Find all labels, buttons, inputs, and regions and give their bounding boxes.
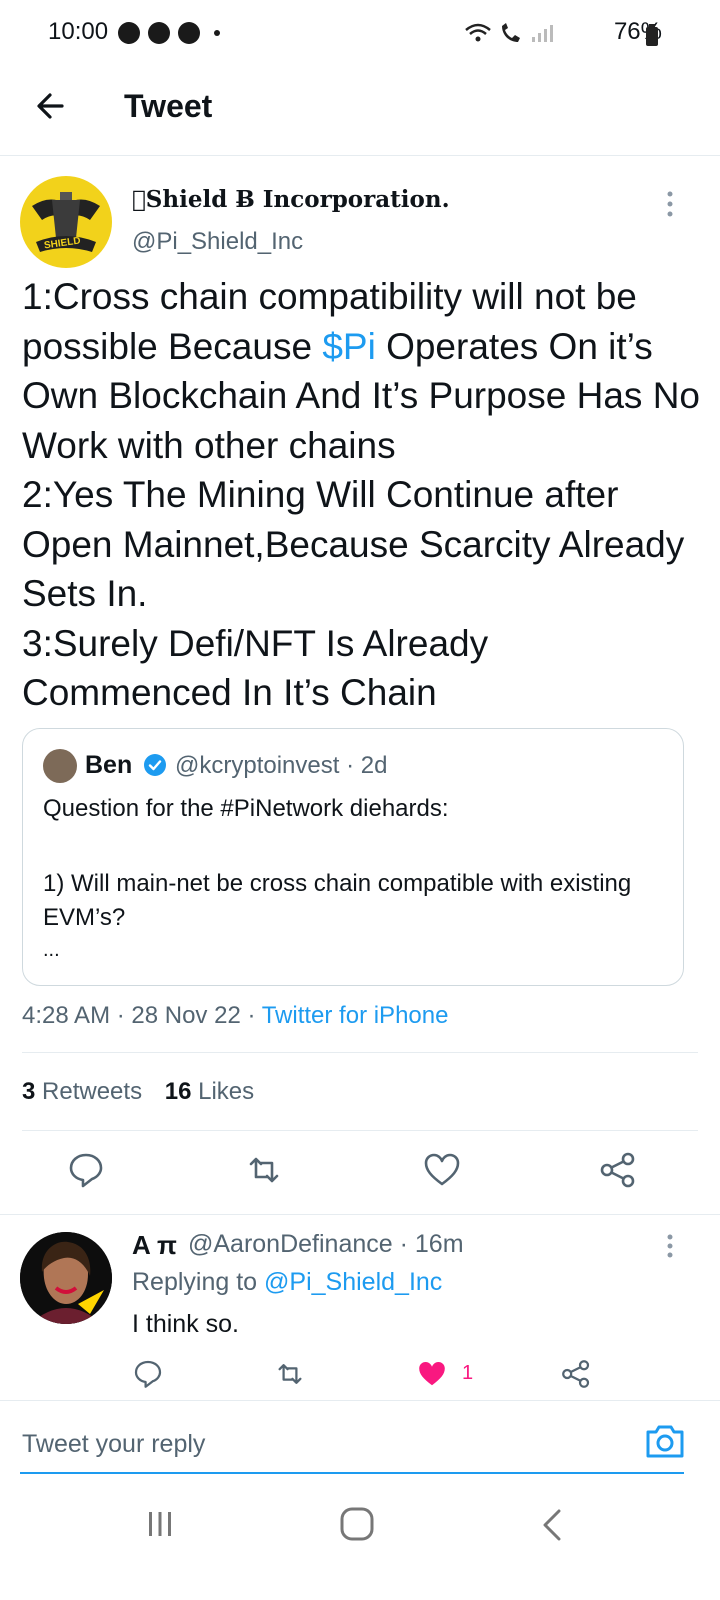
quoted-display-name: Ben — [85, 751, 133, 779]
reply-avatar-image — [20, 1232, 112, 1324]
share-icon[interactable] — [598, 1150, 638, 1190]
reply-divider — [0, 1400, 720, 1401]
system-back-icon[interactable] — [540, 1508, 564, 1542]
cashtag-link[interactable]: $Pi — [322, 326, 375, 367]
meta-divider — [22, 1052, 698, 1053]
page-title: Tweet — [124, 88, 213, 124]
battery-icon — [646, 24, 658, 46]
reply-like-count: 1 — [462, 1362, 474, 1384]
replying-to-handle-link[interactable]: @Pi_Shield_Inc — [264, 1268, 442, 1296]
reply-icon[interactable] — [66, 1150, 106, 1190]
tweet-paragraph-3: 3:Surely Defi/NFT Is Already Commenced I… — [22, 622, 489, 714]
reply-handle-time[interactable]: @AaronDefinance · 16m — [188, 1230, 464, 1259]
retweets-count: 3 — [22, 1078, 36, 1105]
like-icon[interactable] — [422, 1150, 462, 1190]
replying-to-label: Replying to — [132, 1268, 265, 1296]
quoted-avatar — [43, 749, 77, 783]
likes-count: 16 — [164, 1078, 192, 1105]
more-options-icon[interactable] — [660, 188, 680, 220]
verified-badge-icon — [144, 754, 166, 776]
composer-underline — [20, 1472, 684, 1474]
quoted-tweet[interactable]: Ben @kcryptoinvest · 2d Question for the… — [22, 728, 684, 986]
quoted-text-line: 1) Will main-net be cross chain compatib… — [43, 870, 632, 931]
back-arrow-icon[interactable] — [32, 84, 76, 128]
recent-apps-icon[interactable] — [146, 1508, 174, 1540]
retweets-stat[interactable]: 3 Retweets — [22, 1078, 142, 1105]
signal-icon — [532, 25, 553, 42]
avatar[interactable]: SHIELD — [20, 176, 112, 268]
reply-display-name[interactable]: A π — [132, 1230, 177, 1261]
messenger-icon — [178, 22, 200, 44]
engagement-stats: 3 Retweets 16 Likes — [22, 1078, 254, 1106]
reply-input[interactable] — [22, 1422, 622, 1466]
tweet-time: 4:28 AM — [22, 1002, 111, 1029]
tweet-paragraph-2: 2:Yes The Mining Will Continue after Ope… — [22, 474, 685, 614]
share-icon[interactable] — [560, 1358, 592, 1390]
tweet-timestamp: 4:28 AM · 28 Nov 22 · Twitter for iPhone — [22, 1002, 449, 1029]
tweet-paragraph-1: 1:Cross chain compatibility will not be … — [22, 272, 702, 470]
status-left-icons — [118, 22, 220, 44]
retweet-icon[interactable] — [244, 1150, 284, 1190]
wifi-calling-icon — [502, 23, 520, 42]
more-options-icon[interactable] — [660, 1232, 680, 1260]
likes-stat[interactable]: 16 Likes — [165, 1078, 254, 1105]
status-time: 10:00 — [48, 18, 109, 45]
user-handle[interactable]: @Pi_Shield_Inc — [132, 228, 303, 256]
messenger-icon — [118, 22, 140, 44]
header-divider — [0, 155, 720, 156]
reply-text: I think so. — [132, 1310, 239, 1338]
tweet-date: 28 Nov 22 — [131, 1002, 241, 1029]
retweets-label: Retweets — [42, 1078, 143, 1105]
reply-avatar[interactable] — [20, 1232, 112, 1324]
likes-label: Likes — [198, 1078, 255, 1105]
liked-heart-icon[interactable] — [416, 1358, 448, 1390]
status-right-icons — [464, 22, 560, 44]
stats-divider — [22, 1130, 698, 1131]
tweet-client-link[interactable]: Twitter for iPhone — [262, 1002, 449, 1029]
wifi-icon — [465, 23, 491, 42]
shield-logo-icon — [32, 192, 100, 252]
quoted-handle-time: @kcryptoinvest · 2d — [175, 752, 388, 779]
reply-icon[interactable] — [132, 1358, 164, 1390]
camera-icon[interactable] — [644, 1420, 686, 1462]
display-name[interactable]: Shield Ƀ Incorporation. — [132, 186, 450, 213]
chrome-icon — [148, 22, 170, 44]
home-icon[interactable] — [339, 1506, 375, 1542]
actions-divider — [0, 1214, 720, 1215]
tweet-text: 1:Cross chain compatibility will not be … — [22, 272, 702, 718]
notification-dot-icon — [214, 30, 220, 36]
quoted-text-line: Question for the #PiNetwork diehards: — [43, 795, 449, 822]
retweet-icon[interactable] — [274, 1358, 306, 1390]
quoted-ellipsis: ... — [43, 939, 60, 961]
replying-to: Replying to @Pi_Shield_Inc — [132, 1268, 442, 1297]
